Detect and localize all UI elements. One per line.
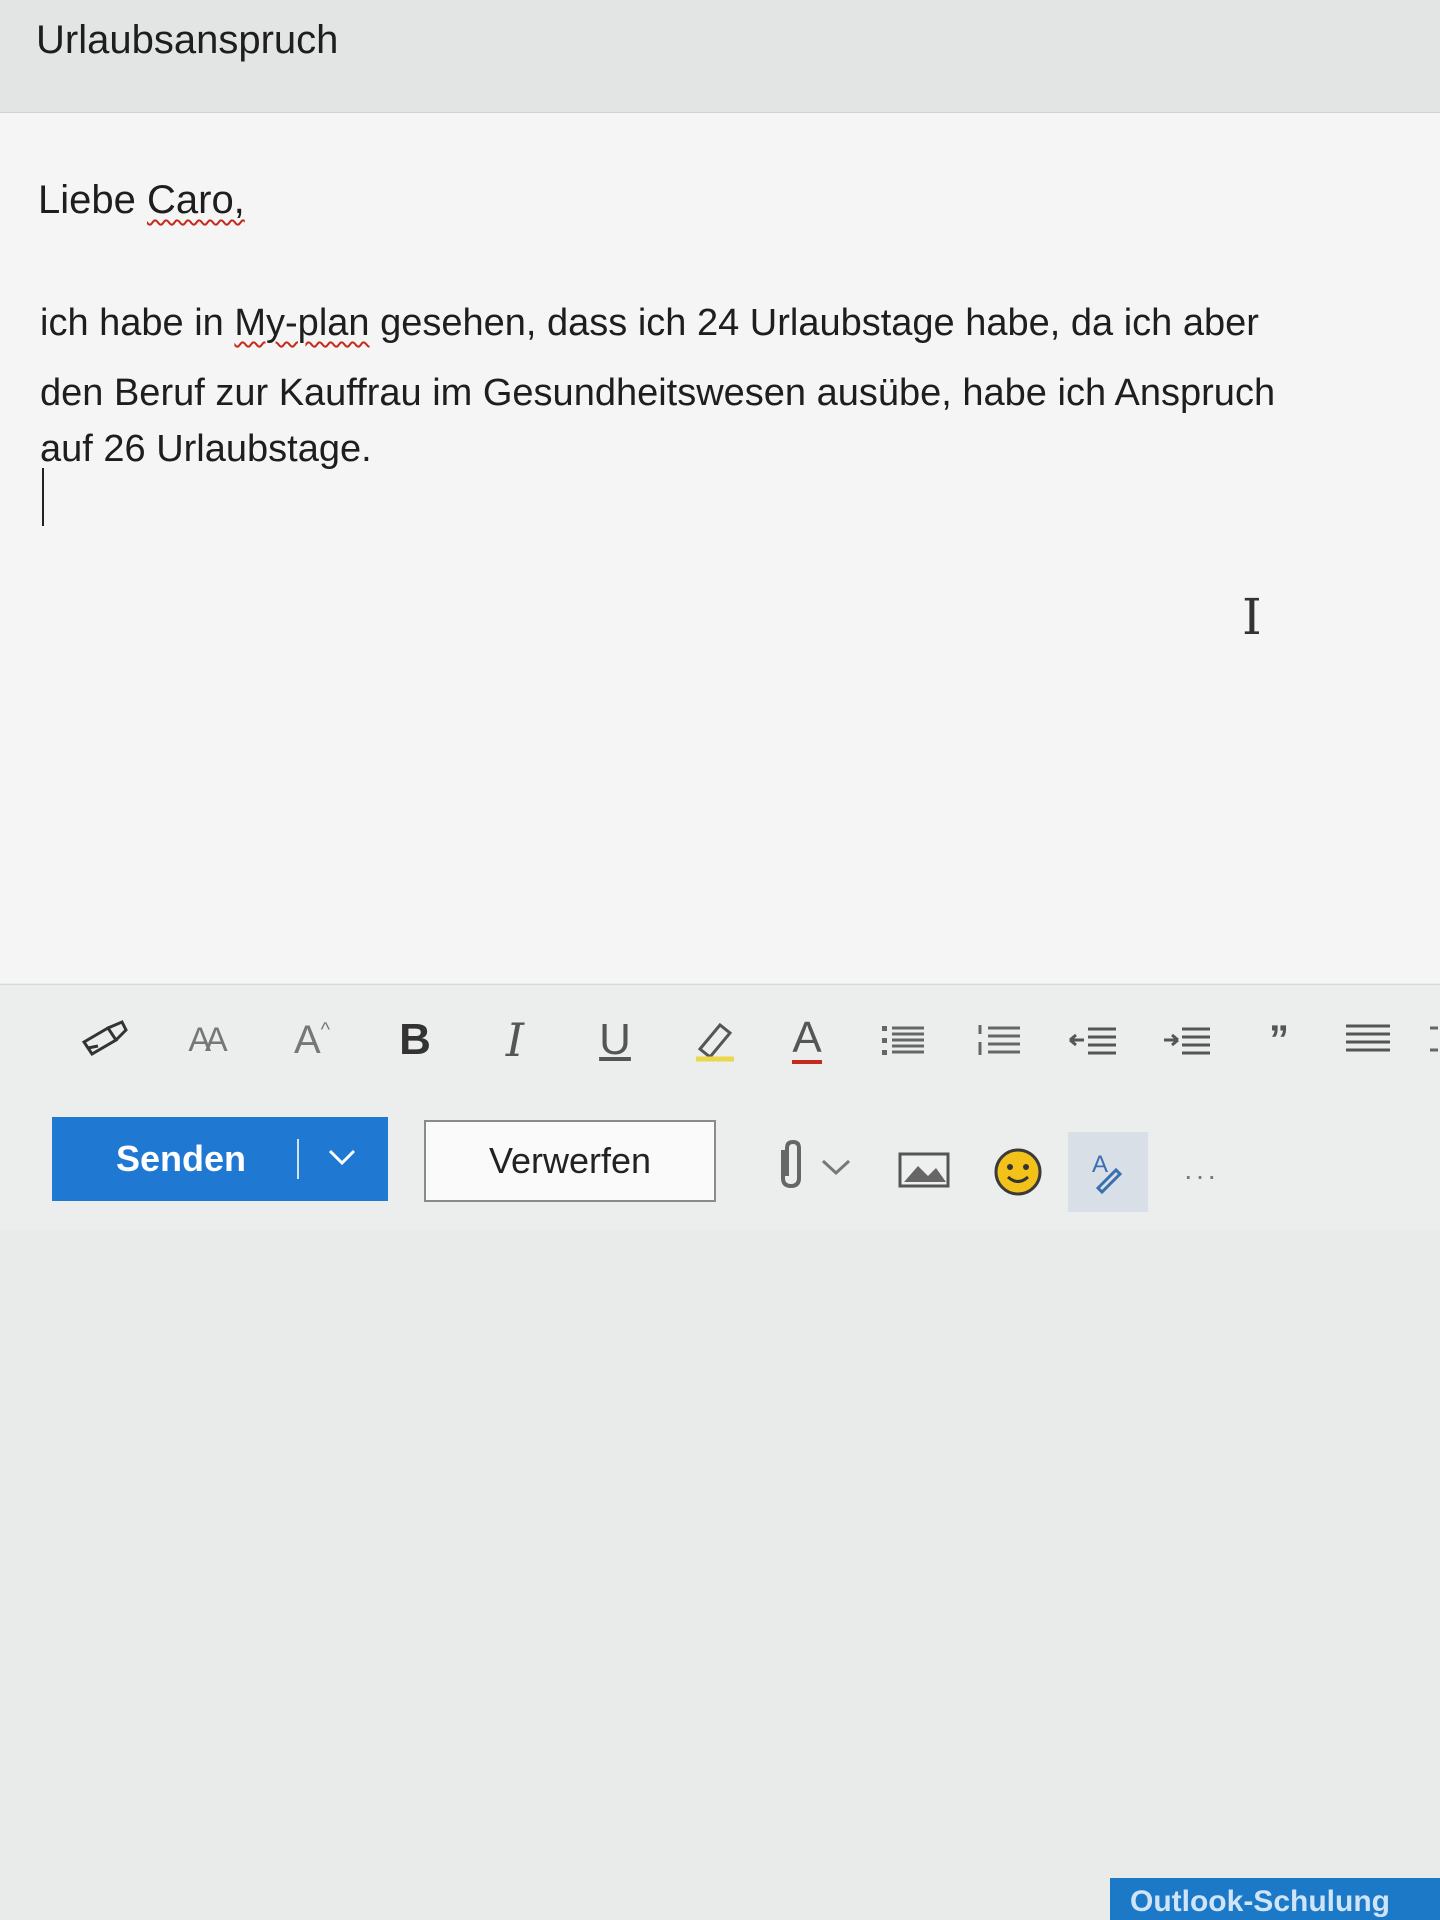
text-caret [42,468,44,526]
bullets-icon[interactable] [878,1012,928,1068]
align-icon[interactable] [1342,1012,1394,1068]
svg-text:A: A [1092,1151,1108,1178]
grow-font-icon[interactable]: A ^ [284,1012,340,1068]
subject-bar[interactable]: Urlaubsanspruch [0,0,1440,113]
greeting-name-misspelled: Caro, [146,178,245,222]
emoji-icon[interactable] [986,1140,1050,1204]
editor-icon[interactable]: A [1068,1132,1148,1212]
grow-font-caret: ^ [320,1018,331,1041]
send-label: Senden [116,1138,247,1179]
empty-area [0,1230,1440,1920]
grow-font-label: A [293,1017,321,1062]
quote-icon[interactable]: ” [1262,1012,1296,1068]
line1-rest: gesehen, dass ich 24 Urlaubstage habe, d… [369,302,1259,344]
italic-icon[interactable]: I [492,1012,538,1068]
text-color-icon[interactable]: A [784,1012,830,1068]
increase-indent-icon[interactable] [1160,1012,1214,1068]
greeting-line: Liebe Caro, [38,178,245,223]
send-separator [297,1139,299,1179]
format-painter-icon[interactable] [74,1012,134,1068]
line1-flagged-word: My-plan [234,302,370,344]
underline-icon[interactable]: U [592,1012,638,1068]
chevron-down-icon [819,1151,853,1186]
greeting-prefix: Liebe [38,178,147,222]
body-line-2: den Beruf zur Kauffrau im Gesundheitswes… [40,372,1276,414]
outlook-training-link[interactable]: Outlook-Schulung [1110,1878,1440,1920]
discard-button[interactable]: Verwerfen [424,1120,716,1202]
font-size-icon[interactable]: AA [180,1012,230,1068]
send-button[interactable]: Senden [52,1117,388,1201]
bold-label: B [399,1015,431,1064]
attach-button[interactable] [752,1138,872,1198]
quote-label: ” [1269,1017,1289,1062]
chevron-down-icon[interactable] [322,1135,362,1182]
subject-field[interactable]: Urlaubsanspruch [36,18,338,63]
decrease-indent-icon[interactable] [1066,1012,1120,1068]
body-line-3: auf 26 Urlaubstage. [40,428,372,470]
more-icon[interactable]: ... [1174,1150,1230,1190]
font-size-label: AA [188,1020,227,1059]
toolbar-overflow-divider [1420,1012,1440,1068]
body-line-1: ich habe in My-plan gesehen, dass ich 24… [40,302,1259,345]
ibeam-cursor-icon: I [1242,588,1262,646]
bold-icon[interactable]: B [392,1012,438,1068]
message-body[interactable] [0,113,1440,983]
paperclip-icon [771,1139,807,1197]
italic-label: I [505,1013,525,1067]
line1-prefix: ich habe in [40,302,235,344]
highlight-icon[interactable] [688,1012,740,1068]
underline-label: U [599,1015,631,1064]
text-color-label: A [792,1013,822,1064]
image-icon[interactable] [894,1140,954,1200]
numbering-icon[interactable] [974,1012,1024,1068]
